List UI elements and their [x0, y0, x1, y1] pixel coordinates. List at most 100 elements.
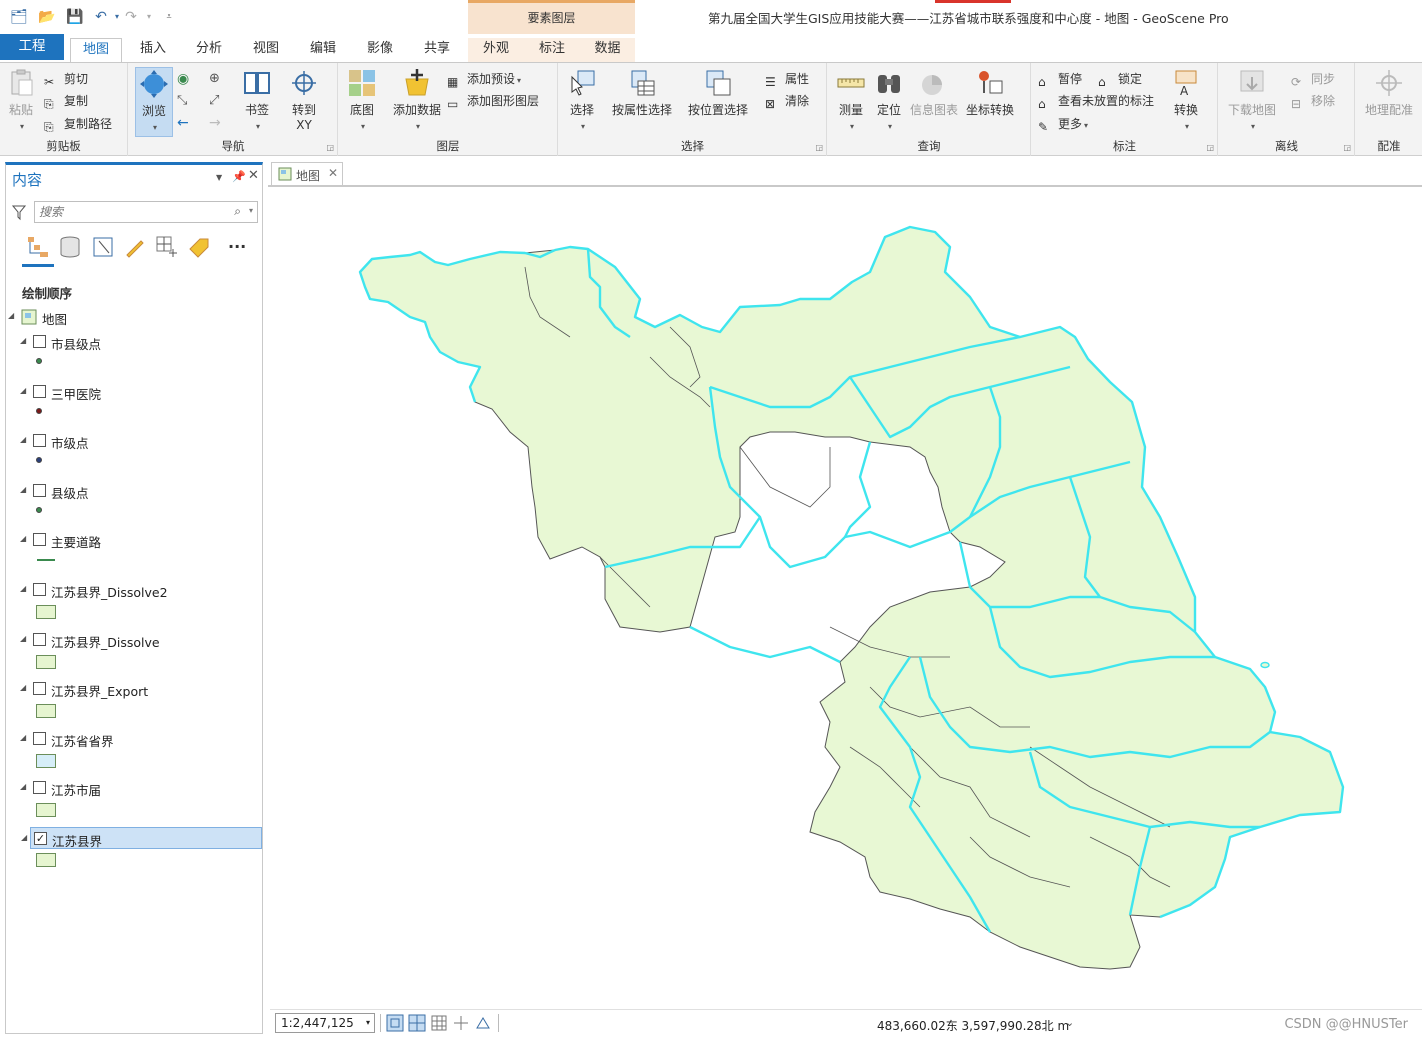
filter-icon[interactable] [12, 205, 26, 221]
tab-insert[interactable]: 插入 [130, 38, 176, 62]
tab-analysis[interactable]: 分析 [186, 38, 232, 62]
redo-icon[interactable]: ↷ [122, 8, 140, 26]
layer-row[interactable]: ◢ 江苏县界_Dissolve2 [6, 579, 262, 601]
next-extent-icon[interactable]: → [209, 115, 221, 131]
layer-row[interactable]: ◢ 江苏县界_Dissolve [6, 629, 262, 651]
tab-labeling[interactable]: 标注 [524, 38, 580, 62]
close-icon[interactable]: ✕ [248, 168, 259, 183]
layer-visibility-checkbox[interactable]: ✓ [34, 832, 47, 845]
paste-button[interactable]: 粘贴 ▾ [4, 67, 38, 132]
expander-icon[interactable]: ◢ [20, 733, 26, 742]
convert-coordinates-button[interactable]: 坐标转换 [964, 67, 1016, 118]
fixed-zoom-out-icon[interactable]: ⤢ [209, 93, 219, 108]
layer-visibility-checkbox[interactable] [33, 483, 46, 497]
layer-row[interactable]: ◢ ✓ 江苏县界 [21, 827, 262, 849]
pause-labeling-button[interactable]: ⌂ 暂停 [1038, 69, 1082, 89]
clear-selection-button[interactable]: ⊠ 清除 [765, 91, 809, 111]
layer-row[interactable]: ◢ 市县级点 [6, 331, 262, 353]
list-by-editing-icon[interactable] [123, 235, 147, 259]
more-options-icon[interactable]: ··· [228, 237, 246, 256]
constraint-icon[interactable] [452, 1014, 470, 1032]
layer-row[interactable]: ◢ 主要道路 [6, 529, 262, 551]
layer-visibility-checkbox[interactable] [33, 781, 46, 795]
remove-offline-button[interactable]: ⊟ 移除 [1291, 91, 1335, 111]
expander-icon[interactable]: ◢ [20, 634, 26, 643]
list-by-drawing-order-icon[interactable] [26, 235, 50, 259]
copy-path-button[interactable]: ⎘ 复制路径 [44, 114, 112, 134]
attributes-button[interactable]: ☰ 属性 [765, 69, 809, 89]
close-icon[interactable]: ✕ [328, 166, 338, 180]
redo-dropdown-icon[interactable]: ▾ [140, 8, 158, 26]
snapping-icon[interactable] [386, 1014, 404, 1032]
tab-edit[interactable]: 编辑 [300, 38, 346, 62]
goto-xy-button[interactable]: 转到 XY [283, 67, 325, 132]
tab-project[interactable]: 工程 [0, 34, 64, 60]
pin-icon[interactable]: 📌 [232, 170, 246, 183]
search-icon[interactable]: ⌕ [234, 204, 241, 219]
more-labeling-button[interactable]: ✎ 更多 ▾ [1038, 114, 1088, 134]
expander-icon[interactable]: ◢ [20, 782, 26, 791]
grid-snap-icon[interactable] [408, 1014, 426, 1032]
layer-visibility-checkbox[interactable] [33, 583, 46, 596]
layer-row[interactable]: ◢ 江苏市届 [6, 777, 262, 799]
new-project-icon[interactable]: 🗂 [10, 8, 28, 26]
save-icon[interactable]: 💾 [66, 8, 84, 26]
layer-visibility-checkbox[interactable] [33, 434, 46, 448]
dialog-launcher-icon[interactable]: ◲ [1343, 143, 1351, 152]
list-by-source-icon[interactable] [58, 235, 82, 259]
expander-icon[interactable]: ◢ [20, 534, 26, 543]
grid-icon[interactable] [430, 1014, 448, 1032]
map-view-tab[interactable]: 地图 ✕ [271, 162, 343, 186]
tab-share[interactable]: 共享 [414, 38, 460, 62]
search-options-chevron-icon[interactable]: ▾ [249, 206, 253, 215]
layer-row[interactable]: ◢ 三甲医院 [6, 381, 262, 403]
tab-imagery[interactable]: 影像 [357, 38, 403, 62]
search-input[interactable] [39, 204, 219, 220]
coordinate-format-chevron-icon[interactable]: ⌄ [1065, 1016, 1074, 1029]
expander-icon[interactable]: ◢ [20, 584, 26, 593]
expander-icon[interactable]: ◢ [20, 683, 26, 692]
zoom-to-selection-icon[interactable]: ⊕ [209, 71, 220, 86]
expander-icon[interactable]: ◢ [20, 485, 26, 494]
dialog-launcher-icon[interactable]: ◲ [326, 143, 334, 152]
layer-visibility-checkbox[interactable] [33, 384, 46, 398]
refresh-map-icon[interactable] [474, 1014, 492, 1032]
convert-labels-button[interactable]: A 转换 ▾ [1168, 67, 1204, 132]
expander-icon[interactable]: ◢ [21, 833, 27, 842]
layer-visibility-checkbox[interactable] [33, 731, 46, 745]
layer-visibility-checkbox[interactable] [33, 533, 46, 547]
layer-visibility-checkbox[interactable] [33, 335, 46, 348]
copy-button[interactable]: ⎘ 复制 [44, 91, 88, 111]
list-by-snapping-icon[interactable] [155, 235, 179, 259]
layer-row[interactable]: ◢ 江苏县界_Export [6, 678, 262, 700]
infographics-button[interactable]: 信息图表 [910, 67, 958, 118]
lock-labels-button[interactable]: ⌂ 锁定 [1098, 69, 1142, 89]
view-unplaced-labels-button[interactable]: ⌂ 查看未放置的标注 [1038, 91, 1154, 111]
jiangsu-county-map[interactable] [270, 187, 1422, 1009]
select-by-attributes-button[interactable]: 按属性选择 [611, 67, 673, 118]
explore-button[interactable]: 浏览 ▾ [135, 67, 173, 137]
customize-toolbar-icon[interactable]: ⩡ [160, 8, 178, 26]
tree-row-map[interactable]: ◢ 地图 [6, 306, 262, 328]
layer-row[interactable]: ◢ 县级点 [6, 480, 262, 502]
pane-options-dropdown-icon[interactable]: ▼ [216, 173, 222, 182]
measure-button[interactable]: 测量 ▾ [834, 67, 868, 132]
map-canvas[interactable] [270, 187, 1422, 1009]
layer-visibility-checkbox[interactable] [33, 632, 46, 646]
expander-icon[interactable]: ◢ [20, 336, 26, 345]
fixed-zoom-in-icon[interactable]: ⤡ [177, 93, 187, 108]
layer-visibility-checkbox[interactable] [33, 682, 46, 696]
add-preset-button[interactable]: ▦ 添加预设 ▾ [447, 69, 521, 89]
tab-view[interactable]: 视图 [243, 38, 289, 62]
expander-icon[interactable]: ◢ [8, 311, 14, 320]
download-map-button[interactable]: 下载地图 ▾ [1225, 67, 1279, 132]
tab-appearance[interactable]: 外观 [468, 38, 524, 62]
previous-extent-icon[interactable]: ← [177, 115, 189, 131]
list-by-selection-icon[interactable] [91, 235, 115, 259]
tab-data[interactable]: 数据 [580, 38, 635, 62]
select-by-location-button[interactable]: 按位置选择 [687, 67, 749, 118]
tab-map[interactable]: 地图 [70, 38, 122, 63]
full-extent-icon[interactable]: ◉ [177, 71, 189, 87]
georeference-button[interactable]: 地理配准 [1360, 67, 1418, 118]
open-icon[interactable]: 📂 [38, 8, 56, 26]
